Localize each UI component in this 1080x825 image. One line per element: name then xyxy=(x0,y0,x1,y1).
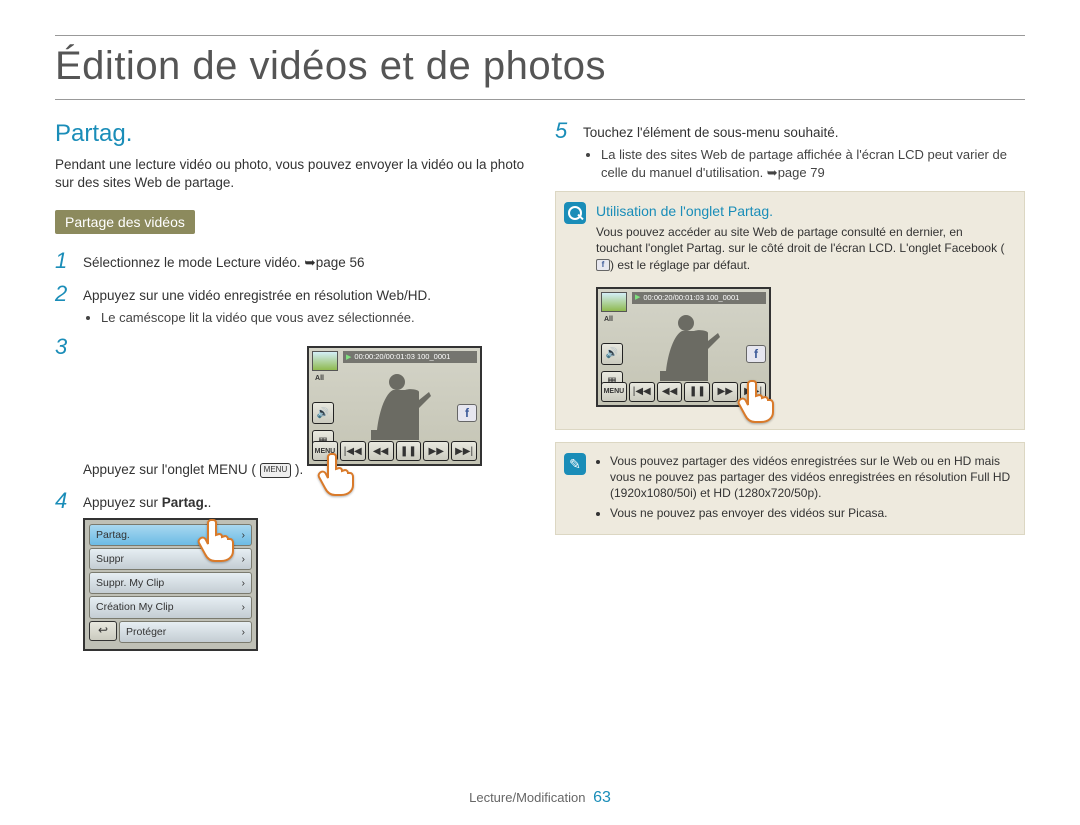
menu-icon: MENU xyxy=(260,463,292,478)
back-button[interactable]: ↩ xyxy=(89,621,117,641)
silhouette-icon xyxy=(654,309,724,381)
step-number: 1 xyxy=(55,250,73,272)
magnifier-icon xyxy=(564,202,586,224)
thumbnail-icon xyxy=(601,292,627,312)
pause-button[interactable]: ❚❚ xyxy=(684,382,710,402)
thumbnail-icon xyxy=(312,351,338,371)
intro-text: Pendant une lecture vidéo ou photo, vous… xyxy=(55,156,525,192)
step-text: . xyxy=(208,495,212,510)
lcd-screenshot-1: 00:00:20/00:01:03 100_0001 All 🔊 ▦ f xyxy=(307,346,482,466)
menu-button[interactable]: MENU xyxy=(601,382,627,402)
footer-section: Lecture/Modification xyxy=(469,790,585,805)
page-number: 63 xyxy=(593,789,611,806)
rewind-button[interactable]: ◀◀ xyxy=(657,382,683,402)
chevron-right-icon: › xyxy=(242,625,246,639)
facebook-icon: f xyxy=(596,259,610,271)
step-text: Appuyez sur l'onglet MENU ( xyxy=(83,462,256,477)
prev-button[interactable]: |◀◀ xyxy=(629,382,655,402)
chevron-right-icon: › xyxy=(242,528,246,542)
step-5: 5 Touchez l'élément de sous-menu souhait… xyxy=(555,120,1025,181)
step-number: 3 xyxy=(55,336,73,479)
step-bullet: Le caméscope lit la vidéo que vous avez … xyxy=(101,309,431,327)
rewind-button[interactable]: ◀◀ xyxy=(368,441,394,461)
forward-button[interactable]: ▶▶ xyxy=(423,441,449,461)
silhouette-icon xyxy=(365,368,435,440)
info-box-note: Vous pouvez partager des vidéos enregist… xyxy=(555,442,1025,535)
menu-item-suppr-myclip[interactable]: Suppr. My Clip› xyxy=(89,572,252,594)
step-number: 2 xyxy=(55,283,73,327)
time-counter: 00:00:20/00:01:03 100_0001 xyxy=(632,292,766,304)
touch-hand-icon xyxy=(313,450,359,496)
step-text: Touchez l'élément de sous-menu souhaité. xyxy=(583,125,838,140)
facebook-tab[interactable]: f xyxy=(746,345,766,363)
all-label: All xyxy=(604,315,613,324)
touch-hand-icon xyxy=(193,516,239,562)
step-3: 3 Appuyez sur l'onglet MENU ( MENU ). 00… xyxy=(55,336,525,479)
step-1: 1 Sélectionnez le mode Lecture vidéo. ➥p… xyxy=(55,250,525,272)
info-title: Utilisation de l'onglet Partag. xyxy=(596,202,1012,221)
step-bullet: La liste des sites Web de partage affich… xyxy=(601,146,1025,181)
chevron-right-icon: › xyxy=(242,552,246,566)
all-label: All xyxy=(315,374,324,383)
page-title: Édition de vidéos et de photos xyxy=(55,35,1025,100)
step-text: Appuyez sur une vidéo enregistrée en rés… xyxy=(83,288,431,303)
section-heading: Partag. xyxy=(55,120,525,148)
next-button[interactable]: ▶▶| xyxy=(451,441,477,461)
step-bold: Partag. xyxy=(162,495,208,510)
pause-button[interactable]: ❚❚ xyxy=(396,441,422,461)
step-text: Sélectionnez le mode Lecture vidéo. ➥pag… xyxy=(83,250,365,272)
step-number: 4 xyxy=(55,490,73,651)
chevron-right-icon: › xyxy=(242,600,246,614)
menu-list-screenshot: Partag.› Suppr› Suppr. My Clip› Création… xyxy=(83,518,258,651)
step-4: 4 Appuyez sur Partag.. Partag.› Suppr› S… xyxy=(55,490,525,651)
step-text: ). xyxy=(295,462,303,477)
note-item: Vous ne pouvez pas envoyer des vidéos su… xyxy=(610,505,1012,521)
subsection-badge: Partage des vidéos xyxy=(55,210,195,234)
page-footer: Lecture/Modification 63 xyxy=(0,789,1080,807)
pencil-icon xyxy=(564,453,586,475)
info-body: Vous pouvez accéder au site Web de parta… xyxy=(596,224,1012,273)
speaker-button[interactable]: 🔊 xyxy=(601,343,623,365)
note-item: Vous pouvez partager des vidéos enregist… xyxy=(610,453,1012,502)
touch-hand-icon xyxy=(733,377,779,423)
facebook-tab[interactable]: f xyxy=(457,404,477,422)
speaker-button[interactable]: 🔊 xyxy=(312,402,334,424)
chevron-right-icon: › xyxy=(242,576,246,590)
step-2: 2 Appuyez sur une vidéo enregistrée en r… xyxy=(55,283,525,327)
step-number: 5 xyxy=(555,120,573,181)
menu-item-creation-myclip[interactable]: Création My Clip› xyxy=(89,596,252,618)
time-counter: 00:00:20/00:01:03 100_0001 xyxy=(343,351,477,363)
step-text: Appuyez sur xyxy=(83,495,162,510)
info-box-onglet: Utilisation de l'onglet Partag. Vous pou… xyxy=(555,191,1025,430)
menu-item-proteger[interactable]: Protéger› xyxy=(119,621,252,643)
